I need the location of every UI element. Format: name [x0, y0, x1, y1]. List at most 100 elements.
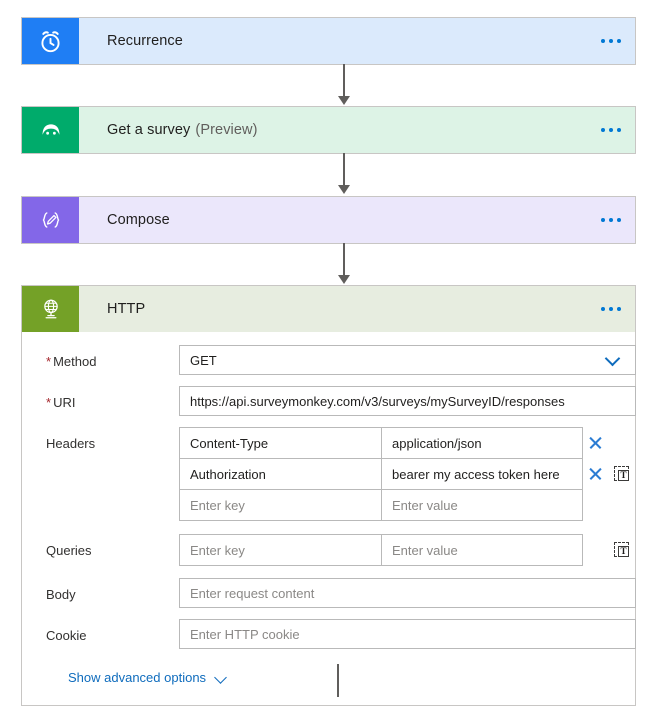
field-row-queries: Queries Enter key Enter value T — [22, 521, 635, 566]
table-row[interactable]: Enter key Enter value T — [180, 535, 629, 566]
label-text: Method — [53, 354, 97, 369]
field-row-body: Body Enter request content — [22, 566, 636, 608]
card-more-menu-compose[interactable] — [601, 197, 621, 243]
ellipsis-dot — [617, 39, 621, 43]
row-actions: T — [588, 459, 630, 489]
cookie-control: Enter HTTP cookie — [179, 619, 636, 649]
text-mode-glyph: T — [618, 546, 629, 557]
label-text: URI — [53, 395, 76, 410]
method-dropdown[interactable]: GET — [179, 345, 636, 375]
field-row-method: * Method GET — [22, 332, 636, 375]
text-mode-glyph: T — [618, 470, 629, 481]
cookie-input[interactable]: Enter HTTP cookie — [179, 619, 636, 649]
ellipsis-dot — [601, 307, 605, 311]
ellipsis-dot — [601, 128, 605, 132]
uri-input[interactable]: https://api.surveymonkey.com/v3/surveys/… — [179, 386, 636, 416]
uri-value: https://api.surveymonkey.com/v3/surveys/… — [190, 393, 565, 409]
cookie-label: Cookie — [46, 619, 179, 643]
connector-arrow-1 — [337, 64, 351, 105]
card-title-text: Get a survey (Preview) — [79, 107, 635, 153]
label-text: Queries — [46, 543, 92, 558]
connector-stem — [343, 64, 345, 97]
ellipsis-dot — [609, 307, 613, 311]
row-actions — [588, 428, 602, 458]
globe-network-icon — [22, 286, 79, 332]
close-x-icon[interactable] — [588, 436, 602, 450]
switch-to-text-mode-icon[interactable]: T — [614, 542, 630, 558]
table-row[interactable]: Enter key Enter value — [180, 490, 582, 521]
show-advanced-options-link[interactable]: Show advanced options — [68, 670, 228, 685]
card-title-text: Recurrence — [79, 18, 635, 64]
card-header[interactable]: Compose — [22, 197, 635, 243]
field-row-headers: Headers Content-Type application/json Au… — [22, 416, 635, 521]
surveymonkey-icon — [22, 107, 79, 153]
header-value-input[interactable]: bearer my access token here — [382, 459, 582, 489]
body-input[interactable]: Enter request content — [179, 578, 636, 608]
compose-braces-pencil-icon — [22, 197, 79, 243]
connector-arrow-2 — [337, 153, 351, 194]
header-value-input[interactable]: application/json — [382, 428, 582, 458]
connector-arrowhead — [338, 185, 350, 194]
header-value-input[interactable]: Enter value — [382, 490, 582, 520]
card-more-menu-get-a-survey[interactable] — [601, 107, 621, 153]
field-row-uri: * URI https://api.surveymonkey.com/v3/sur… — [22, 375, 636, 416]
chevron-down-icon[interactable] — [607, 353, 620, 366]
ellipsis-dot — [601, 39, 605, 43]
header-key-input[interactable]: Enter key — [180, 490, 382, 520]
connector-stem — [343, 243, 345, 276]
switch-to-text-mode-icon[interactable]: T — [614, 466, 630, 482]
flow-step-card-compose[interactable]: Compose — [21, 196, 636, 244]
header-key-input[interactable]: Authorization — [180, 459, 382, 489]
method-value: GET — [190, 352, 217, 368]
flow-step-card-recurrence[interactable]: Recurrence — [21, 17, 636, 65]
label-text: Headers — [46, 436, 96, 451]
ellipsis-dot — [609, 128, 613, 132]
connector-arrow-3 — [337, 243, 351, 284]
headers-control: Content-Type application/json Authorizat… — [179, 427, 635, 521]
advanced-link-label: Show advanced options — [68, 670, 207, 685]
headers-label: Headers — [46, 427, 179, 451]
uri-label: * URI — [46, 386, 179, 410]
query-key-input[interactable]: Enter key — [180, 535, 382, 565]
card-header[interactable]: Recurrence — [22, 18, 635, 64]
table-row[interactable]: Authorization bearer my access token her… — [180, 459, 629, 490]
ellipsis-dot — [601, 218, 605, 222]
http-parameters-panel: * Method GET * URI https://api.surveymonke… — [22, 332, 636, 705]
flow-step-card-get-a-survey[interactable]: Get a survey (Preview) — [21, 106, 636, 154]
ellipsis-dot — [617, 128, 621, 132]
ellipsis-dot — [609, 39, 613, 43]
flow-designer-canvas: Recurrence Get a survey (Preview) Compos… — [0, 0, 657, 706]
ellipsis-dot — [617, 307, 621, 311]
card-header[interactable]: Get a survey (Preview) — [22, 107, 635, 153]
required-asterisk: * — [46, 354, 52, 369]
body-label: Body — [46, 578, 179, 602]
uri-control: https://api.surveymonkey.com/v3/surveys/… — [179, 386, 636, 416]
body-control: Enter request content — [179, 578, 636, 608]
flow-step-card-http[interactable]: HTTP * Method GET * URI https://api.surv… — [21, 285, 636, 706]
alarm-clock-icon — [22, 18, 79, 64]
queries-key-value-table: Enter key Enter value T — [179, 534, 629, 566]
header-key-input[interactable]: Content-Type — [180, 428, 382, 458]
connector-arrowhead — [338, 96, 350, 105]
ellipsis-dot — [609, 218, 613, 222]
label-text: Body — [46, 587, 76, 602]
query-value-input[interactable]: Enter value — [382, 535, 582, 565]
step-title: Recurrence — [107, 33, 183, 49]
card-more-menu-http[interactable] — [601, 286, 621, 332]
card-more-menu-recurrence[interactable] — [601, 18, 621, 64]
queries-control: Enter key Enter value T — [179, 534, 635, 566]
headers-key-value-table: Content-Type application/json Authorizat… — [179, 427, 629, 521]
required-asterisk: * — [46, 395, 52, 410]
step-title: HTTP — [107, 301, 146, 317]
ellipsis-dot — [617, 218, 621, 222]
label-text: Cookie — [46, 628, 87, 643]
card-title-text: HTTP — [79, 286, 635, 332]
card-title-text: Compose — [79, 197, 635, 243]
connector-tail-line — [337, 664, 339, 697]
card-header[interactable]: HTTP — [22, 286, 635, 332]
table-row[interactable]: Content-Type application/json — [180, 428, 582, 459]
step-subtitle: (Preview) — [195, 122, 258, 138]
method-control: GET — [179, 345, 636, 375]
field-row-cookie: Cookie Enter HTTP cookie — [22, 608, 636, 649]
close-x-icon[interactable] — [588, 467, 602, 481]
